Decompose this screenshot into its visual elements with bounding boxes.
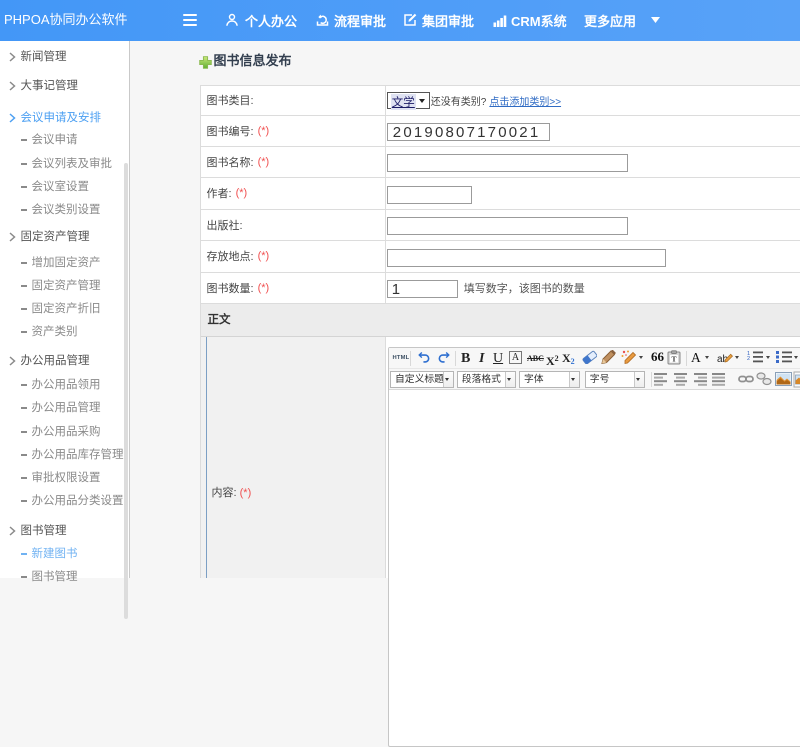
svg-text:T: T — [671, 355, 676, 364]
svg-text:2: 2 — [747, 356, 750, 362]
